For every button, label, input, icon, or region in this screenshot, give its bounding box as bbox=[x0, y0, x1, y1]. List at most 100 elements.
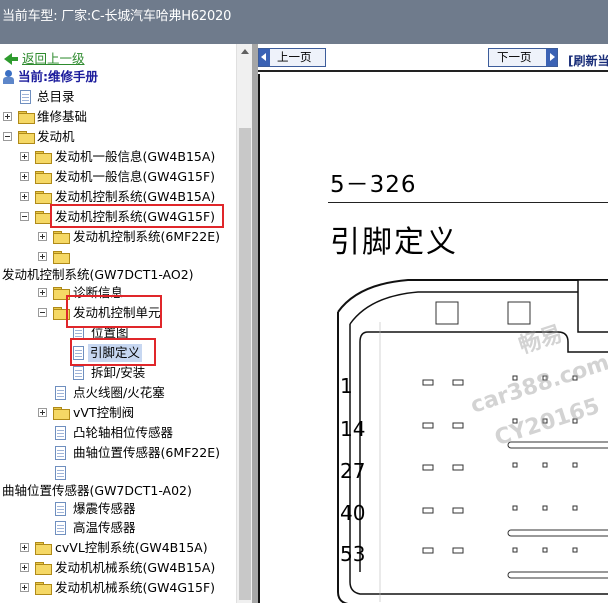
back-link-row[interactable]: 返回上一级 bbox=[4, 50, 234, 68]
folder-icon bbox=[35, 171, 52, 184]
doc-icon bbox=[55, 386, 66, 400]
doc-icon bbox=[55, 502, 66, 516]
tree-item-index[interactable]: 总目录 bbox=[0, 88, 234, 106]
document-pane: 5－326 引脚定义 1 14 27 40 53 畅易 car388.com C… bbox=[258, 74, 608, 603]
tree-item-label[interactable]: 总目录 bbox=[37, 88, 75, 106]
current-manual-label: 当前:维修手册 bbox=[18, 69, 98, 84]
connector-drawing bbox=[337, 279, 608, 603]
refresh-link[interactable]: [刷新当 bbox=[568, 52, 608, 69]
tree-item-label[interactable]: 发动机机械系统(GW4B15A) bbox=[55, 559, 215, 577]
tree-item-crank-sensor-7dct[interactable]: 曲轴位置传感器(GW7DCT1-A02) bbox=[0, 482, 234, 500]
expand-icon[interactable] bbox=[20, 192, 29, 201]
folder-icon bbox=[53, 231, 70, 244]
doc-icon bbox=[55, 426, 66, 440]
prev-page-button[interactable]: 上一页 bbox=[258, 48, 326, 67]
expand-icon[interactable] bbox=[38, 288, 47, 297]
tree-item-knock-sensor[interactable]: 爆震传感器 bbox=[0, 500, 234, 518]
highlight-box bbox=[66, 295, 162, 328]
tree-item-label[interactable]: 维修基础 bbox=[37, 108, 87, 126]
page-number: 5－326 bbox=[330, 172, 417, 198]
tree-item-removal[interactable]: 拆卸/安装 bbox=[0, 364, 234, 382]
tree-item-ecs-6mf22e[interactable]: 发动机控制系统(6MF22E) bbox=[0, 228, 234, 246]
folder-open-icon bbox=[18, 131, 35, 144]
collapse-icon[interactable] bbox=[38, 308, 47, 317]
tree-item-label[interactable]: 曲轴位置传感器(6MF22E) bbox=[73, 444, 220, 462]
tree-item-temp-sensor[interactable]: 高温传感器 bbox=[0, 519, 234, 537]
tree-item-label[interactable]: 发动机一般信息(GW4G15F) bbox=[55, 168, 215, 186]
connector-diagram: 1 14 27 40 53 畅易 car388.com CY20165 bbox=[328, 272, 608, 603]
expand-icon[interactable] bbox=[20, 563, 29, 572]
folder-icon bbox=[18, 111, 35, 124]
next-page-button[interactable]: 下一页 bbox=[488, 48, 558, 67]
expand-icon[interactable] bbox=[3, 112, 12, 121]
sidebar-scrollbar[interactable] bbox=[236, 44, 252, 603]
header-rule bbox=[328, 202, 608, 203]
expand-icon[interactable] bbox=[38, 232, 47, 241]
expand-icon[interactable] bbox=[20, 543, 29, 552]
prev-page-label: 上一页 bbox=[277, 50, 312, 64]
doc-icon bbox=[55, 466, 66, 480]
expand-icon[interactable] bbox=[20, 152, 29, 161]
tree-item-label[interactable]: 凸轮轴相位传感器 bbox=[73, 424, 173, 442]
tree-item-cam-sensor[interactable]: 凸轮轴相位传感器 bbox=[0, 424, 234, 442]
collapse-icon[interactable] bbox=[3, 132, 12, 141]
tree-item-engine-info-b15a[interactable]: 发动机一般信息(GW4B15A) bbox=[0, 148, 234, 166]
tree-item-unnamed-doc[interactable] bbox=[0, 464, 234, 482]
current-manual-row: 当前:维修手册 bbox=[2, 68, 232, 86]
pin-label: 1 bbox=[340, 374, 353, 398]
folder-icon bbox=[35, 562, 52, 575]
tree-item-label[interactable]: 发动机控制系统(GW7DCT1-AO2) bbox=[2, 266, 194, 284]
tree-item-ecs-7dct[interactable]: 发动机控制系统(GW7DCT1-AO2) bbox=[0, 266, 234, 284]
tree-item-label[interactable]: 发动机控制系统(6MF22E) bbox=[73, 228, 220, 246]
tree-item-label[interactable]: 发动机 bbox=[37, 128, 75, 146]
scrollbar-thumb[interactable] bbox=[239, 128, 251, 600]
pin-label: 40 bbox=[340, 501, 366, 525]
tree-item-cvvl[interactable]: cvVL控制系统(GW4B15A) bbox=[0, 539, 234, 557]
document-toolbar: 上一页 下一页 [刷新当 bbox=[258, 44, 608, 72]
folder-icon bbox=[53, 407, 70, 420]
manual-icon bbox=[2, 70, 16, 84]
tree-item-crank-sensor-6mf22e[interactable]: 曲轴位置传感器(6MF22E) bbox=[0, 444, 234, 462]
tree-item-label[interactable]: 点火线圈/火花塞 bbox=[73, 384, 165, 402]
tree-item-unnamed-folder[interactable] bbox=[0, 248, 234, 266]
tree-item-mech-b15a[interactable]: 发动机机械系统(GW4B15A) bbox=[0, 559, 234, 577]
expand-icon[interactable] bbox=[20, 172, 29, 181]
tree-item-label[interactable]: vVT控制阀 bbox=[73, 404, 134, 422]
pin-label: 14 bbox=[340, 417, 366, 441]
tree-item-label[interactable]: 发动机机械系统(GW4G15F) bbox=[55, 579, 215, 597]
tree-item-label[interactable]: 爆震传感器 bbox=[73, 500, 136, 518]
arrow-right-icon bbox=[546, 49, 557, 66]
folder-icon bbox=[35, 151, 52, 164]
back-arrow-icon bbox=[4, 53, 18, 65]
page-title: 引脚定义 bbox=[330, 225, 458, 260]
tree-item-vvt[interactable]: vVT控制阀 bbox=[0, 404, 234, 422]
highlight-box bbox=[50, 204, 224, 228]
tree-item-label[interactable]: cvVL控制系统(GW4B15A) bbox=[55, 539, 208, 557]
tree-item-label[interactable]: 高温传感器 bbox=[73, 519, 136, 537]
tree-item-engine-info-g15f[interactable]: 发动机一般信息(GW4G15F) bbox=[0, 168, 234, 186]
doc-icon bbox=[55, 521, 66, 535]
folder-icon bbox=[35, 582, 52, 595]
window-title: 当前车型: 厂家:C-长城汽车哈弗H62020 bbox=[2, 9, 232, 24]
folder-open-icon bbox=[35, 211, 52, 224]
folder-icon bbox=[53, 251, 70, 264]
folder-icon bbox=[35, 542, 52, 555]
tree-item-engine[interactable]: 发动机 bbox=[0, 128, 234, 146]
tree-item-label[interactable]: 发动机一般信息(GW4B15A) bbox=[55, 148, 215, 166]
tree-item-ignition-coil[interactable]: 点火线圈/火花塞 bbox=[0, 384, 234, 402]
expand-icon[interactable] bbox=[38, 408, 47, 417]
pin-label: 27 bbox=[340, 459, 366, 483]
expand-icon[interactable] bbox=[38, 252, 47, 261]
doc-icon bbox=[55, 446, 66, 460]
expand-icon[interactable] bbox=[20, 583, 29, 592]
doc-icon bbox=[73, 366, 84, 380]
sidebar-tree[interactable]: 返回上一级 当前:维修手册 总目录 维修基础 发动机 发动机一般信息(GW4B1… bbox=[0, 44, 252, 603]
doc-icon bbox=[20, 90, 31, 104]
collapse-icon[interactable] bbox=[20, 212, 29, 221]
tree-item-label[interactable]: 曲轴位置传感器(GW7DCT1-A02) bbox=[2, 482, 192, 500]
tree-item-label[interactable]: 拆卸/安装 bbox=[91, 364, 145, 382]
tree-item-mech-g15f[interactable]: 发动机机械系统(GW4G15F) bbox=[0, 579, 234, 597]
back-link[interactable]: 返回上一级 bbox=[22, 50, 85, 68]
tree-item-basics[interactable]: 维修基础 bbox=[0, 108, 234, 126]
scroll-up-icon[interactable] bbox=[237, 44, 252, 60]
